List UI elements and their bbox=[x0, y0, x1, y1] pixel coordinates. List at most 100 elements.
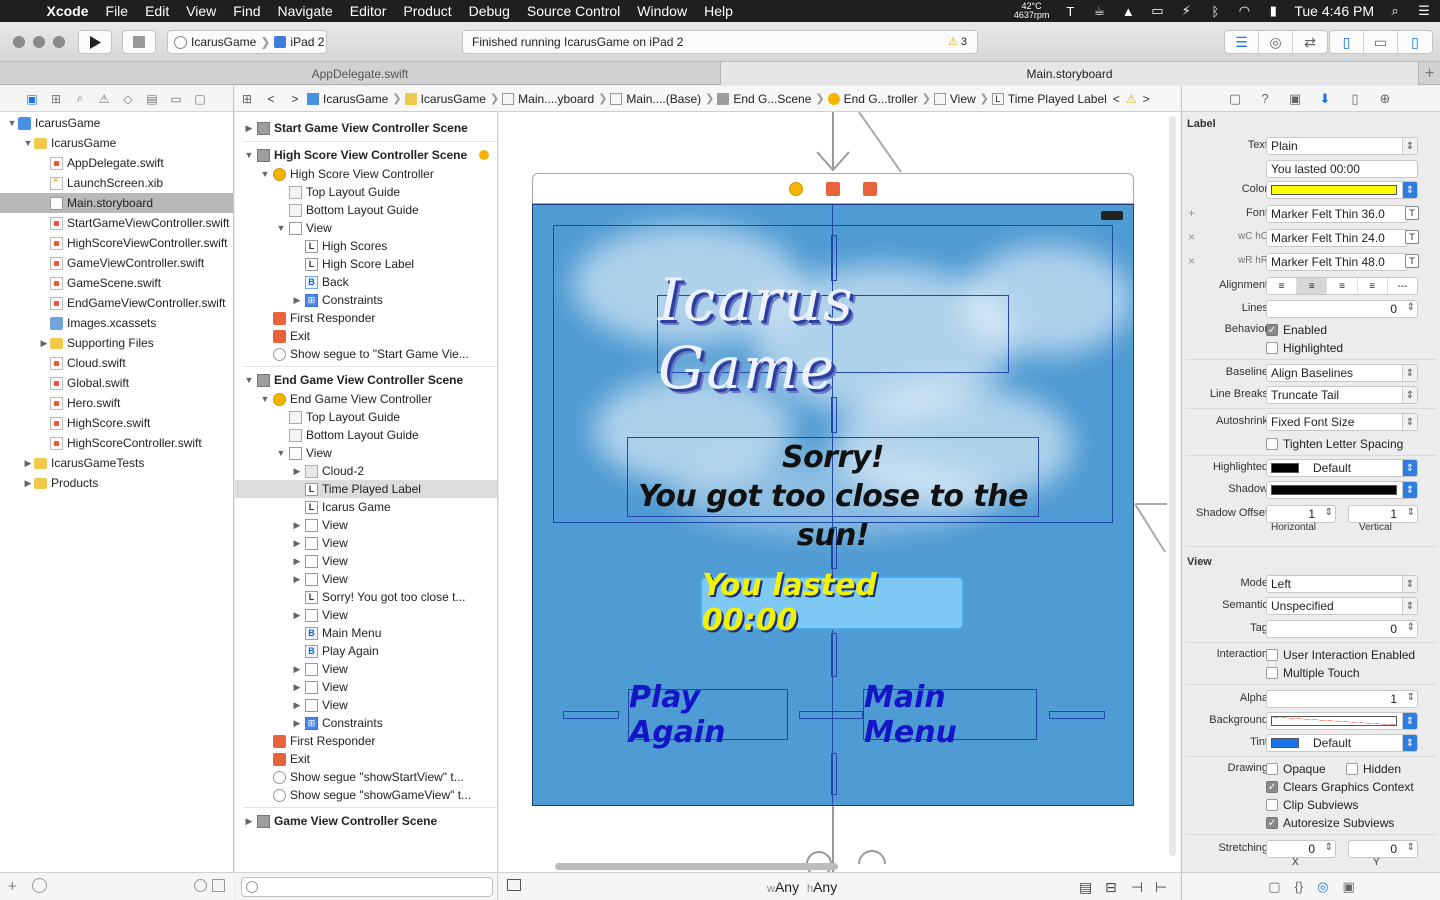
menu-editor[interactable]: Editor bbox=[341, 3, 395, 19]
disclosure-closed-icon[interactable]: ▶ bbox=[22, 458, 34, 469]
resolve-issues-icon[interactable]: ⊢ bbox=[1155, 879, 1167, 896]
menu-debug[interactable]: Debug bbox=[460, 3, 518, 19]
folder-navigator-icon[interactable]: ▣ bbox=[20, 92, 44, 106]
align-right-icon[interactable]: ≡ bbox=[1327, 278, 1358, 294]
outline-item[interactable]: B Back bbox=[235, 273, 497, 291]
close-window-button[interactable] bbox=[13, 36, 25, 48]
media-library-icon[interactable]: ▣ bbox=[1343, 879, 1355, 895]
view-controller-icon[interactable] bbox=[789, 182, 803, 196]
disclosure-closed-icon[interactable]: ▶ bbox=[38, 338, 50, 349]
disclosure-open-icon[interactable]: ▼ bbox=[6, 118, 18, 128]
font-field[interactable]: Marker Felt Thin 36.0 bbox=[1266, 205, 1408, 223]
multiple-touch-checkbox[interactable]: Multiple Touch bbox=[1266, 666, 1360, 680]
jump-view[interactable]: View bbox=[933, 92, 976, 106]
background-color-well[interactable] bbox=[1266, 712, 1418, 730]
jump-controller[interactable]: End G...troller bbox=[827, 92, 918, 106]
outline-item[interactable]: B Main Menu bbox=[235, 624, 497, 642]
disclosure-open-icon[interactable]: ▼ bbox=[257, 169, 273, 179]
navigator-item[interactable]: ▶ Products bbox=[0, 473, 233, 493]
tag-stepper[interactable]: 0 bbox=[1266, 620, 1418, 638]
battery-icon[interactable]: ▮ bbox=[1265, 3, 1281, 18]
play-again-button[interactable]: Play Again bbox=[628, 680, 788, 750]
align-justify-icon[interactable]: ≡ bbox=[1358, 278, 1388, 294]
breakpoint-navigator-icon[interactable]: ▭ bbox=[164, 92, 188, 106]
remove-variation-icon[interactable]: × bbox=[1188, 230, 1195, 244]
disclosure-closed-icon[interactable]: ▶ bbox=[241, 816, 257, 827]
add-file-icon[interactable]: + bbox=[8, 878, 17, 895]
line-breaks-popup[interactable]: Truncate Tail bbox=[1266, 386, 1418, 404]
test-navigator-icon[interactable]: ◇ bbox=[116, 92, 140, 106]
back-arrow-icon[interactable]: < bbox=[259, 92, 283, 106]
standard-editor-icon[interactable]: ☰ bbox=[1225, 31, 1259, 53]
disclosure-closed-icon[interactable]: ▶ bbox=[289, 682, 305, 693]
outline-item[interactable]: ▼ End Game View Controller Scene bbox=[235, 370, 497, 390]
jump-base-storyboard[interactable]: Main....(Base) bbox=[610, 92, 701, 106]
connections-inspector-icon[interactable]: ⊕ bbox=[1370, 91, 1400, 107]
font-picker-icon[interactable]: T bbox=[1405, 230, 1419, 244]
outline-item[interactable]: ▶ Cloud-2 bbox=[235, 462, 497, 480]
filter-icon[interactable] bbox=[32, 878, 47, 893]
temperature-readout[interactable]: 42°C 4637rpm bbox=[1014, 2, 1050, 20]
enabled-checkbox[interactable]: ✓ Enabled bbox=[1266, 323, 1327, 337]
stretching-y-stepper[interactable]: 0 bbox=[1348, 840, 1418, 858]
jump-storyboard[interactable]: Main....yboard bbox=[502, 92, 594, 106]
disclosure-closed-icon[interactable]: ▶ bbox=[289, 574, 305, 585]
jump-scene[interactable]: End G...Scene bbox=[717, 92, 811, 106]
notification-center-icon[interactable]: ☰ bbox=[1416, 3, 1432, 18]
outline-item[interactable]: ▶ View bbox=[235, 606, 497, 624]
zoom-window-button[interactable] bbox=[53, 36, 65, 48]
report-navigator-icon[interactable]: ▢ bbox=[188, 92, 212, 106]
add-tab-button[interactable]: + bbox=[1418, 62, 1440, 85]
debug-navigator-icon[interactable]: ▤ bbox=[140, 92, 164, 106]
related-items-icon[interactable]: ⊞ bbox=[235, 92, 259, 106]
scm-filter-icon[interactable] bbox=[212, 879, 225, 892]
size-class-selector[interactable]: wAny hAny bbox=[767, 879, 837, 895]
disclosure-closed-icon[interactable]: ▶ bbox=[241, 123, 257, 134]
bluetooth-icon[interactable]: ᛒ bbox=[1207, 4, 1223, 19]
alpha-stepper[interactable]: 1 bbox=[1266, 690, 1418, 708]
navigator-item[interactable]: ▶ Supporting Files bbox=[0, 333, 233, 353]
menu-find[interactable]: Find bbox=[225, 3, 269, 19]
autoshrink-popup[interactable]: Fixed Font Size bbox=[1266, 413, 1418, 431]
autoresize-subviews-checkbox[interactable]: ✓ Autoresize Subviews bbox=[1266, 816, 1394, 830]
semantic-popup[interactable]: Unspecified bbox=[1266, 597, 1418, 615]
outline-item[interactable]: Show segue "showGameView" t... bbox=[235, 786, 497, 804]
clip-subviews-checkbox[interactable]: Clip Subviews bbox=[1266, 798, 1358, 812]
identity-inspector-icon[interactable]: ▣ bbox=[1280, 91, 1310, 107]
outline-item[interactable]: ▼ End Game View Controller bbox=[235, 390, 497, 408]
scheme-selector[interactable]: IcarusGame ❯ iPad 2 bbox=[167, 30, 327, 54]
menu-source-control[interactable]: Source Control bbox=[518, 3, 628, 19]
stack-icon[interactable]: ▤ bbox=[1079, 879, 1092, 896]
navigator-panel-icon[interactable]: ▯ bbox=[1330, 31, 1364, 53]
navigator-item[interactable]: Images.xcassets bbox=[0, 313, 233, 333]
jump-project[interactable]: IcarusGame bbox=[307, 92, 388, 106]
shadow-vertical-stepper[interactable]: 1 bbox=[1348, 505, 1418, 523]
outline-item[interactable]: B Play Again bbox=[235, 642, 497, 660]
outline-item[interactable]: Show segue "showStartView" t... bbox=[235, 768, 497, 786]
highlighted-checkbox[interactable]: Highlighted bbox=[1266, 341, 1343, 355]
display-icon[interactable]: ▭ bbox=[1149, 3, 1165, 18]
time-played-label[interactable]: You lasted 00:00 bbox=[700, 568, 964, 638]
outline-item[interactable]: L Icarus Game bbox=[235, 498, 497, 516]
navigator-item[interactable]: Cloud.swift bbox=[0, 353, 233, 373]
highlighted-color-popup[interactable]: Default bbox=[1266, 459, 1418, 477]
issue-navigator-icon[interactable]: ⚠ bbox=[92, 92, 116, 106]
navigator-item[interactable]: HighScoreController.swift bbox=[0, 433, 233, 453]
warning-icon[interactable]: ⚠ bbox=[1126, 92, 1137, 106]
align-left-icon[interactable]: ≡ bbox=[1267, 278, 1298, 294]
font-picker-icon[interactable]: T bbox=[1405, 206, 1419, 220]
disclosure-closed-icon[interactable]: ▶ bbox=[289, 466, 305, 477]
tab-appdelegate[interactable]: AppDelegate.swift bbox=[0, 62, 720, 85]
clears-graphics-context-checkbox[interactable]: ✓ Clears Graphics Context bbox=[1266, 780, 1414, 794]
font-wr-field[interactable]: Marker Felt Thin 48.0 bbox=[1266, 253, 1408, 271]
recent-files-icon[interactable] bbox=[194, 879, 207, 892]
first-responder-icon[interactable] bbox=[826, 182, 840, 196]
outline-item[interactable]: ▼ View bbox=[235, 444, 497, 462]
disclosure-closed-icon[interactable]: ▶ bbox=[289, 700, 305, 711]
find-navigator-icon[interactable]: ⌕ bbox=[68, 91, 92, 106]
color-well[interactable] bbox=[1266, 181, 1418, 199]
disclosure-open-icon[interactable]: ▼ bbox=[273, 223, 289, 233]
align-icon[interactable]: ⊟ bbox=[1105, 879, 1117, 896]
sorry-message-label[interactable]: Sorry! You got too close to the sun! bbox=[627, 437, 1039, 553]
disclosure-open-icon[interactable]: ▼ bbox=[257, 394, 273, 404]
